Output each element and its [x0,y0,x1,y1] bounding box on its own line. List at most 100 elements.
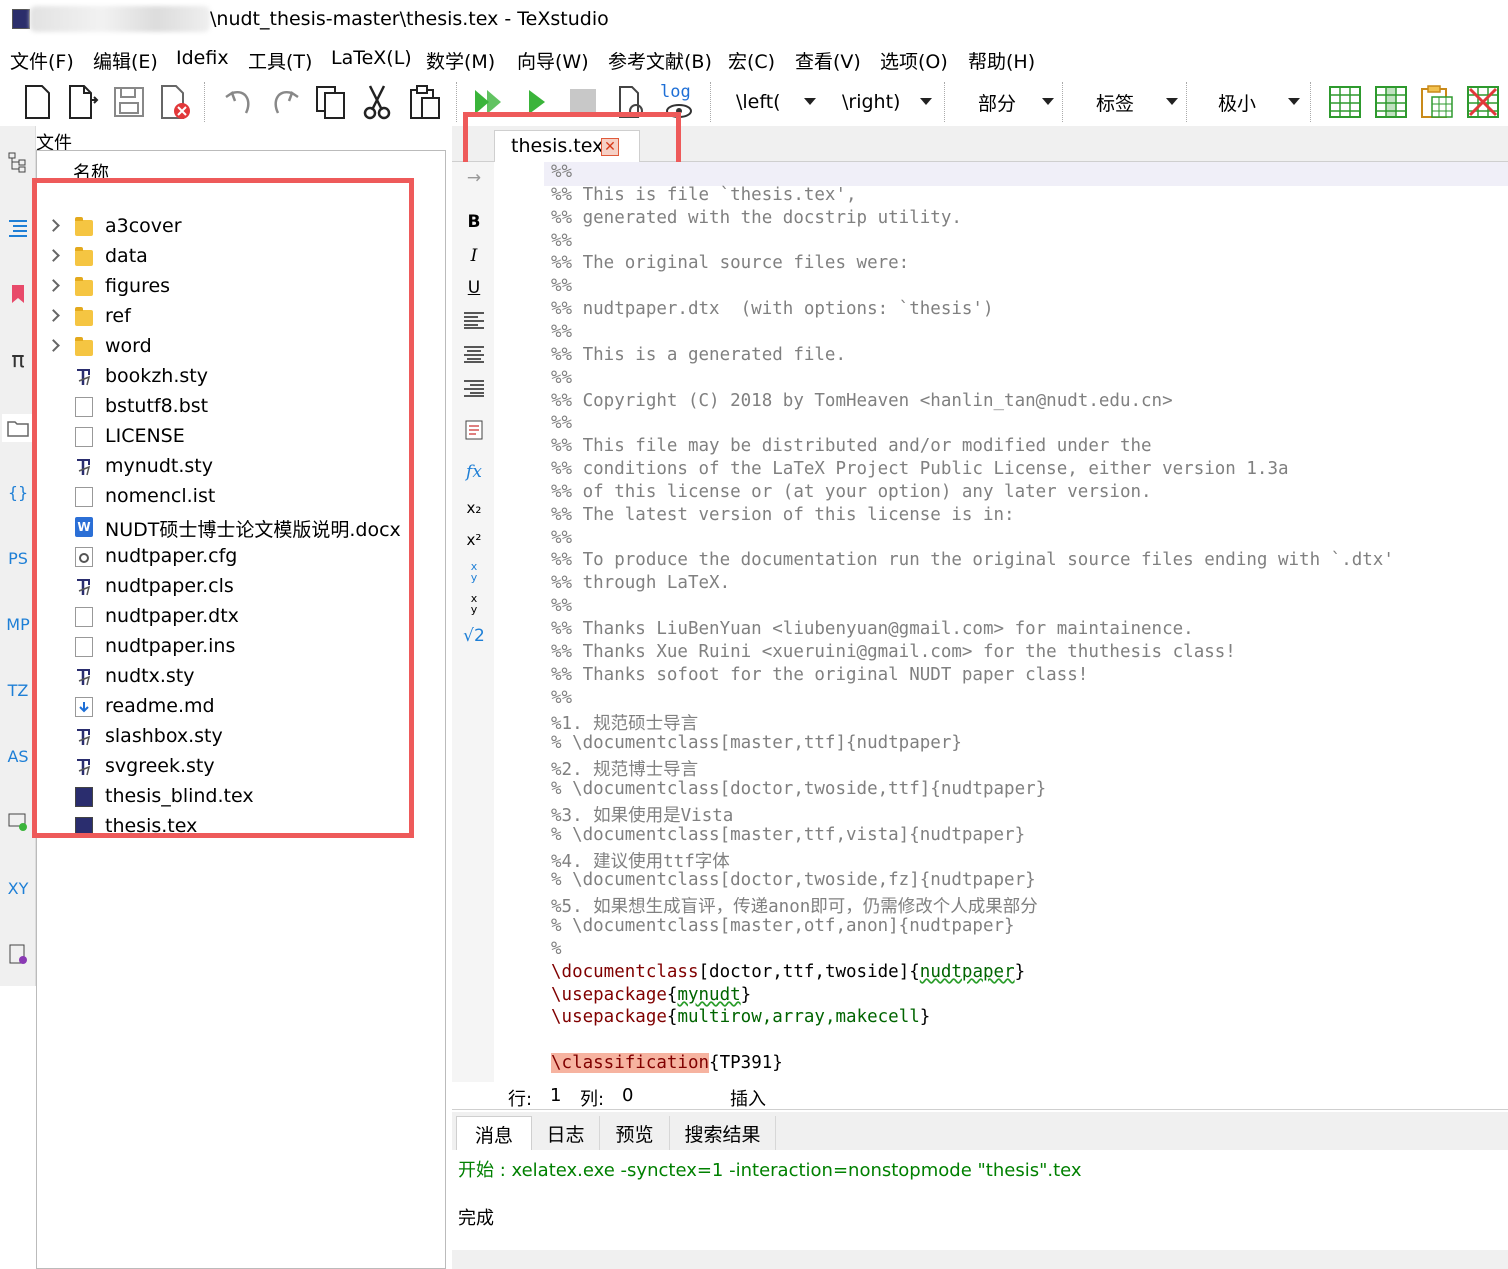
chevron-right-icon[interactable] [47,219,60,232]
tree-file-row[interactable]: mynudt.sty [37,453,445,483]
menu-wizards[interactable]: 向导(W) [517,47,589,74]
subscript-button[interactable]: x₂ [460,494,488,522]
close-file-button[interactable] [154,80,196,124]
sqrt-icon[interactable]: √2 [460,622,488,650]
structure-icon[interactable] [4,148,32,176]
tree-file-row[interactable]: readme.md [37,693,445,723]
chevron-right-icon[interactable] [47,339,60,352]
braces-icon[interactable]: {} [4,478,32,506]
menu-edit[interactable]: 编辑(E) [93,47,158,74]
xy-pic-tab[interactable]: XY [4,874,32,902]
tab-thesis-tex[interactable]: thesis.tex ✕ [494,130,640,162]
fraction-icon[interactable]: xy [460,558,488,586]
save-button[interactable] [108,80,150,124]
paste-button[interactable] [404,80,446,124]
preview-icon[interactable] [4,808,32,836]
tab-log[interactable]: 日志 [532,1116,600,1150]
section-combo[interactable]: 部分 [978,82,1054,122]
function-icon[interactable]: fx [460,458,488,486]
horizontal-scrollbar[interactable] [452,1250,1508,1269]
code-line: %5. 如果想生成盲评，传递anon即可，仍需修改个人成果部分 [551,897,1038,918]
tab-search-results[interactable]: 搜索结果 [670,1116,776,1150]
asymptote-tab[interactable]: AS [4,742,32,770]
tree-folder-row[interactable]: ref [37,303,445,333]
undo-button[interactable] [218,80,260,124]
menu-macros[interactable]: 宏(C) [728,47,775,74]
chevron-right-icon[interactable] [47,309,60,322]
code-editor[interactable]: %%%% This is file `thesis.tex',%% genera… [544,162,1508,1080]
script-icon[interactable] [4,940,32,968]
compile-button[interactable] [516,80,558,124]
table-add-column-button[interactable] [1370,80,1412,124]
tree-file-row[interactable]: bstutf8.bst [37,393,445,423]
tree-file-row[interactable]: nudtpaper.cfg [37,543,445,573]
build-and-view-button[interactable] [468,80,510,124]
arrow-right-icon[interactable]: → [460,164,488,192]
tab-preview[interactable]: 预览 [600,1116,670,1150]
menu-view[interactable]: 查看(V) [795,47,861,74]
underline-button[interactable]: U [460,274,488,302]
tree-file-row[interactable]: nudtx.sty [37,663,445,693]
table-paste-button[interactable] [1416,80,1458,124]
tree-folder-row[interactable]: a3cover [37,213,445,243]
menu-math[interactable]: 数学(M) [426,47,495,74]
tree-file-row[interactable]: thesis.tex [37,813,445,843]
new-from-template-button[interactable] [62,80,104,124]
right-delimiter-combo[interactable]: \right) [842,82,932,122]
tree-file-row[interactable]: bookzh.sty [37,363,445,393]
tree-file-row[interactable]: nomencl.ist [37,483,445,513]
tree-file-row[interactable]: nudtpaper.cls [37,573,445,603]
left-delimiter-combo[interactable]: \left( [736,82,816,122]
metapost-tab[interactable]: MP [4,610,32,638]
outline-icon[interactable] [4,214,32,242]
dfrac-icon[interactable]: xy [460,590,488,618]
label-combo[interactable]: 标签 [1096,82,1178,122]
stop-compile-button[interactable] [562,80,604,124]
tree-file-row[interactable]: nudtpaper.ins [37,633,445,663]
insert-table-button[interactable] [1324,80,1366,124]
view-pdf-button[interactable] [610,80,652,124]
tree-file-row[interactable]: LICENSE [37,423,445,453]
menu-idefix[interactable]: Idefix [176,47,229,69]
align-left-button[interactable] [460,306,488,334]
tree-file-row[interactable]: svgreek.sty [37,753,445,783]
chevron-right-icon[interactable] [47,249,60,262]
tree-folder-row[interactable]: figures [37,273,445,303]
redo-button[interactable] [264,80,306,124]
close-icon[interactable]: ✕ [601,138,619,156]
tree-folder-row[interactable]: word [37,333,445,363]
symbols-icon[interactable]: π [4,346,32,374]
menu-bibliography[interactable]: 参考文献(B) [608,47,712,74]
superscript-button[interactable]: x² [460,526,488,554]
italic-button[interactable]: I [460,242,488,270]
new-line-button[interactable] [460,416,488,444]
copy-button[interactable] [310,80,352,124]
cut-button[interactable] [356,80,398,124]
menu-latex[interactable]: LaTeX(L) [331,47,412,69]
bold-button[interactable]: B [460,208,488,236]
tikz-tab[interactable]: TZ [4,676,32,704]
tree-file-row[interactable]: W NUDT硕士博士论文模版说明.docx [37,513,445,543]
menu-help[interactable]: 帮助(H) [968,47,1035,74]
menu-options[interactable]: 选项(O) [880,47,948,74]
files-icon[interactable] [2,414,34,442]
menu-tools[interactable]: 工具(T) [248,47,312,74]
view-log-button[interactable]: log [654,80,696,124]
name-column-header[interactable]: 名称 [73,159,109,185]
tree-file-row[interactable]: slashbox.sty [37,723,445,753]
font-size-combo[interactable]: 极小 [1218,82,1300,122]
ps-tricks-tab[interactable]: PS [4,544,32,572]
align-center-button[interactable] [460,340,488,368]
insert-mode[interactable]: 插入 [730,1085,766,1111]
table-delete-button[interactable] [1462,80,1504,124]
align-right-button[interactable] [460,374,488,402]
tree-file-row[interactable]: nudtpaper.dtx [37,603,445,633]
bookmark-icon[interactable] [4,280,32,308]
tab-messages[interactable]: 消息 [456,1116,532,1150]
tree-folder-row[interactable]: data [37,243,445,273]
chevron-right-icon[interactable] [47,279,60,292]
tree-file-row[interactable]: thesis_blind.tex [37,783,445,813]
menu-file[interactable]: 文件(F) [10,47,74,74]
new-file-button[interactable] [16,80,58,124]
file-tree[interactable]: 名称 a3cover data figures ref word bookzh.sty bs… [36,150,446,1269]
